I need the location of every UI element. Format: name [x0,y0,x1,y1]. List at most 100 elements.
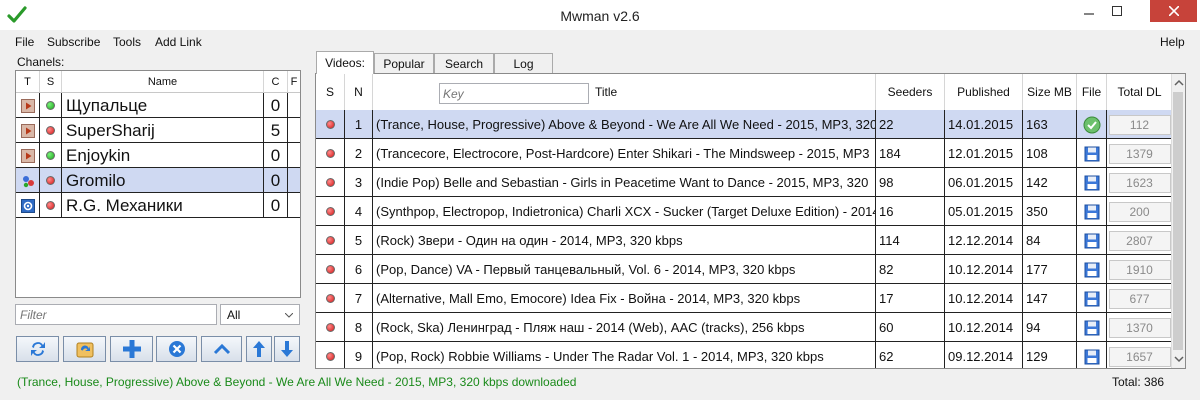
scroll-down-icon[interactable] [1173,354,1185,364]
refresh-all-button[interactable] [16,336,59,362]
table-row[interactable]: 4 (Synthpop, Electropop, Indietronica) Ch… [316,197,1172,226]
channel-filter-select[interactable]: All [220,304,300,325]
favorite-cell[interactable] [288,143,300,168]
row-title: (Pop, Dance) VA - Первый танцевальный, V… [373,255,876,284]
row-size: 142 [1023,168,1077,197]
favorite-cell[interactable] [288,193,300,218]
channel-row[interactable]: Щупальце 0 [16,93,300,118]
maximize-button[interactable] [1103,0,1131,22]
favorite-cell[interactable] [288,168,300,193]
channel-row[interactable]: Enjoykin 0 [16,143,300,168]
row-title: (Indie Pop) Belle and Sebastian - Girls … [373,168,876,197]
save-icon[interactable] [1084,233,1100,249]
plus-icon [122,340,141,358]
tab-log[interactable]: Log [494,53,553,73]
table-row[interactable]: 5 (Rock) Звери - Один на один - 2014, MP3… [316,226,1172,255]
videos-scrollbar-thumb[interactable] [1173,92,1183,350]
videos-col-seeders[interactable]: Seeders [876,74,945,110]
row-file-cell[interactable] [1077,110,1107,139]
delete-channel-button[interactable] [156,336,197,362]
menu-help[interactable]: Help [1160,35,1185,49]
videos-col-number[interactable]: N [345,74,373,110]
table-row[interactable]: 3 (Indie Pop) Belle and Sebastian - Girls… [316,168,1172,197]
refresh-icon [30,342,45,356]
row-file-cell[interactable] [1077,139,1107,168]
menu-tools[interactable]: Tools [113,35,141,49]
move-up-button[interactable] [246,336,272,362]
move-top-button[interactable] [201,336,242,362]
channels-col-status[interactable]: S [40,71,62,93]
row-file-cell[interactable] [1077,313,1107,342]
save-icon[interactable] [1084,146,1100,162]
table-row[interactable]: 7 (Alternative, Mall Emo, Emocore) Idea F… [316,284,1172,313]
add-channel-button[interactable] [110,336,153,362]
videos-col-total-dl[interactable]: Total DL [1107,74,1172,110]
remove-icon [168,341,185,357]
window-title: Mwman v2.6 [560,8,640,24]
save-icon[interactable] [1084,262,1100,278]
row-file-cell[interactable] [1077,168,1107,197]
save-icon[interactable] [1084,291,1100,307]
total-dl-box: 1623 [1108,172,1171,193]
move-down-button[interactable] [274,336,300,362]
row-file-cell[interactable] [1077,255,1107,284]
chevron-up-icon [213,343,230,355]
videos-table[interactable]: S N Title Seeders Published Size MB File… [315,73,1186,369]
videos-col-file[interactable]: File [1077,74,1107,110]
channel-row[interactable]: Gromilo 0 [16,168,300,193]
status-offline-icon [325,236,335,245]
favorite-cell[interactable] [288,93,300,118]
row-seeders: 22 [876,110,945,139]
row-status-cell [316,284,345,313]
videos-col-title[interactable]: Title [373,74,876,110]
youtube-icon [20,148,35,163]
row-file-cell[interactable] [1077,284,1107,313]
save-icon[interactable] [1084,175,1100,191]
scroll-up-icon[interactable] [1173,78,1185,88]
downloaded-check-icon[interactable] [1083,116,1101,134]
row-file-cell[interactable] [1077,226,1107,255]
videos-col-published[interactable]: Published [945,74,1023,110]
sync-channel-button[interactable] [63,336,106,362]
row-published: 10.12.2014 [945,284,1023,313]
channels-col-fav[interactable]: F [288,71,300,93]
table-row[interactable]: 6 (Pop, Dance) VA - Первый танцевальный, … [316,255,1172,284]
save-icon[interactable] [1084,320,1100,336]
table-row[interactable]: 9 (Pop, Rock) Robbie Williams - Under The… [316,342,1172,368]
channel-row[interactable]: R.G. Механики 0 [16,193,300,218]
menu-file[interactable]: File [15,35,34,49]
row-title: (Pop, Rock) Robbie Williams - Under The … [373,342,876,368]
title-bar[interactable]: Mwman v2.6 [0,0,1200,31]
tab-search[interactable]: Search [434,53,494,73]
table-row[interactable]: 8 (Rock, Ska) Ленинград - Пляж наш - 2014… [316,313,1172,342]
videos-col-size[interactable]: Size MB [1023,74,1077,110]
row-total-dl-cell: 677 [1107,284,1172,313]
channel-filter-input[interactable] [15,304,217,325]
save-icon[interactable] [1084,349,1100,365]
videos-col-status[interactable]: S [316,74,345,110]
menu-subscribe[interactable]: Subscribe [47,35,100,49]
minimize-button[interactable] [1075,0,1103,22]
channel-status-cell [40,193,62,218]
tab-videos[interactable]: Videos: [316,51,374,74]
channel-row[interactable]: SuperSharij 5 [16,118,300,143]
channel-type-cell [16,143,40,168]
channels-col-count[interactable]: C [264,71,288,93]
channels-col-type[interactable]: T [16,71,40,93]
row-file-cell[interactable] [1077,342,1107,368]
row-status-cell [316,255,345,284]
key-filter-input[interactable] [439,83,589,104]
tab-popular[interactable]: Popular [374,53,434,73]
menu-add-link[interactable]: Add Link [155,35,202,49]
channels-col-name[interactable]: Name [62,71,264,93]
table-row[interactable]: 2 (Trancecore, Electrocore, Post-Hardcore… [316,139,1172,168]
total-dl-box: 1657 [1108,346,1171,367]
table-row[interactable]: 1 (Trance, House, Progressive) Above & Be… [316,110,1172,139]
close-button[interactable] [1150,0,1197,22]
row-file-cell[interactable] [1077,197,1107,226]
channels-table[interactable]: T S Name C F Щупальце 0 SuperSharij 5 En… [15,70,301,298]
row-status-cell [316,197,345,226]
favorite-cell[interactable] [288,118,300,143]
save-icon[interactable] [1084,204,1100,220]
row-number: 9 [345,342,373,368]
